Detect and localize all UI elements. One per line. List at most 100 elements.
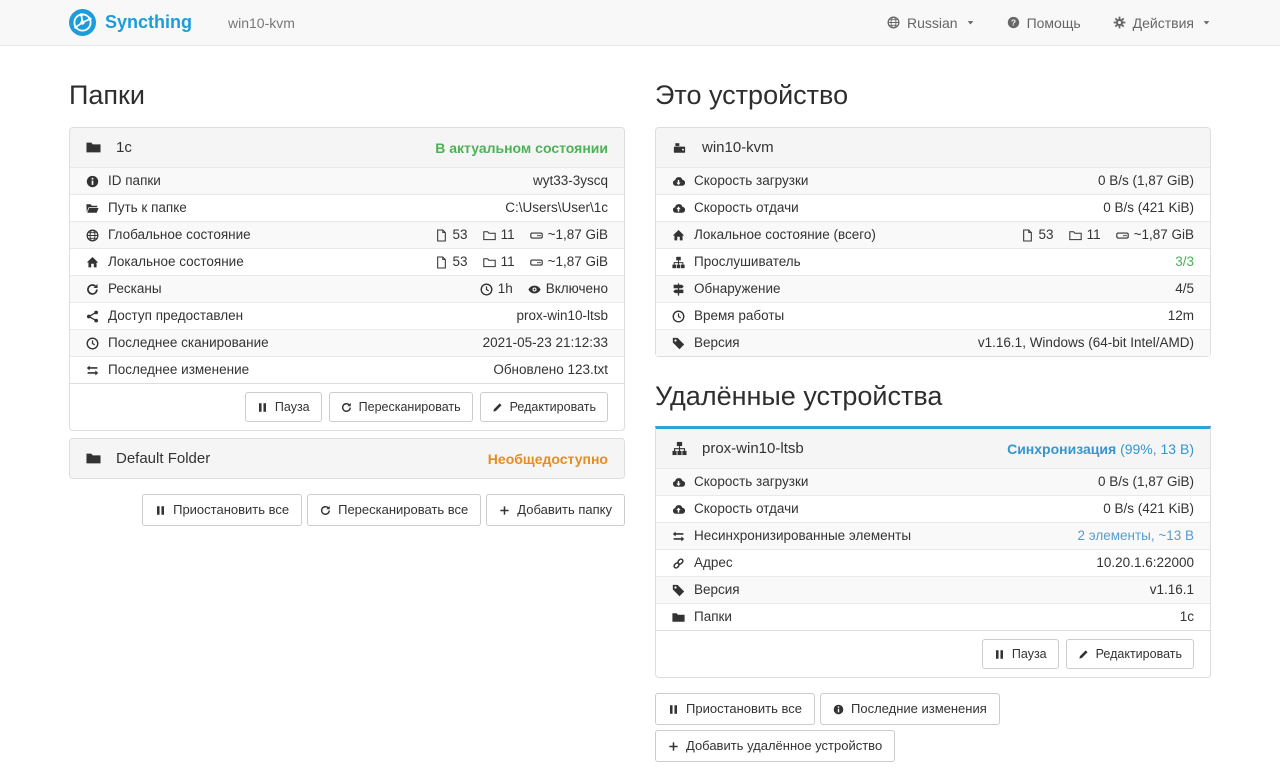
devices-column: Это устройство win10-kvm Скорость загруз… [640,46,1226,772]
folder-details-table: ID папки wyt33-3yscq Путь к папке C:\Use… [70,167,624,383]
device-icon [672,140,687,155]
row-value: v1.16.1, Windows (64-bit Intel/AMD) [978,334,1194,352]
table-row: Версия v1.16.1, Windows (64-bit Intel/AM… [656,329,1210,356]
folder-panel-1c: 1c В актуальном состоянии ID папки wyt33… [69,127,625,431]
row-value: 0 B/s (421 KiB) [1103,500,1194,518]
pause-folder-button[interactable]: Пауза [245,392,322,422]
row-label: Прослушиватель [694,253,801,271]
row-value: C:\Users\User\1c [505,199,608,217]
tag-icon [672,337,685,350]
help-label: Помощь [1027,15,1081,31]
remote-device-panel: prox-win10-ltsb Синхронизация (99%, 13 B… [655,426,1211,678]
row-label: Обнаружение [694,280,781,298]
brand-name: Syncthing [105,12,192,33]
table-row: Время работы 12m [656,302,1210,329]
pause-all-devices-button[interactable]: Приостановить все [655,693,815,725]
out-of-sync-items-link[interactable]: 2 элементы, ~13 B [1077,527,1194,545]
row-value: 0 B/s (1,87 GiB) [1098,473,1194,491]
row-label: Время работы [694,307,784,325]
row-label: Локальное состояние (всего) [694,226,876,244]
row-value: 53 11 ~1,87 GiB [435,253,608,271]
question-circle-icon [1007,16,1020,29]
remote-device-name: prox-win10-ltsb [702,440,804,457]
row-label: ID папки [108,172,161,190]
folders-heading: Папки [69,80,625,111]
folder-open-icon [86,202,99,215]
add-remote-device-button[interactable]: Добавить удалённое устройство [655,730,895,762]
table-row: Последнее сканирование 2021-05-23 21:12:… [70,329,624,356]
actions-dropdown[interactable]: Действия [1113,15,1211,31]
folder-panel-header[interactable]: Default Folder Необщедоступно [70,439,624,478]
info-circle-icon [833,704,844,715]
cloud-upload-icon [672,202,685,215]
table-row: Путь к папке C:\Users\User\1c [70,194,624,221]
table-row: Ресканы 1h Включено [70,275,624,302]
navbar-menu: Russian Помощь Действия [887,15,1211,31]
table-row: Глобальное состояние 53 11 ~1,87 GiB [70,221,624,248]
table-row: Обнаружение 4/5 [656,275,1210,302]
info-circle-icon [86,175,99,188]
pause-all-folders-button[interactable]: Приостановить все [142,494,302,526]
syncthing-brand[interactable]: Syncthing [69,9,192,36]
table-row: Несинхронизированные элементы 2 элементы… [656,522,1210,549]
table-row: Прослушиватель 3/3 [656,248,1210,275]
pause-device-button[interactable]: Пауза [982,639,1059,669]
remote-device-header[interactable]: prox-win10-ltsb Синхронизация (99%, 13 B… [656,429,1210,468]
edit-device-button[interactable]: Редактировать [1066,639,1194,669]
folder-name: Default Folder [116,450,210,467]
pause-icon [257,402,268,413]
language-dropdown[interactable]: Russian [887,15,975,31]
this-device-table: Скорость загрузки 0 B/s (1,87 GiB) Скоро… [656,167,1210,356]
row-label: Скорость загрузки [694,473,808,491]
table-row: Последнее изменение Обновлено 123.txt [70,356,624,383]
pause-icon [994,649,1005,660]
rescan-folder-button[interactable]: Пересканировать [329,392,473,422]
globe-icon [887,16,900,29]
row-label: Локальное состояние [108,253,244,271]
folder-status-badge: Необщедоступно [488,451,608,467]
plus-icon [668,741,679,752]
this-device-panel: win10-kvm Скорость загрузки 0 B/s (1,87 … [655,127,1211,357]
table-row: Скорость отдачи 0 B/s (421 KiB) [656,495,1210,522]
share-icon [86,310,99,323]
language-label: Russian [907,15,958,31]
add-folder-button[interactable]: Добавить папку [486,494,625,526]
cloud-upload-icon [672,503,685,516]
row-value: prox-win10-ltsb [516,307,608,325]
chevron-down-icon [966,18,975,27]
file-icon [435,256,448,269]
top-navbar: Syncthing win10-kvm Russian Помощь Дейст… [0,0,1280,46]
folder-status-badge: В актуальном состоянии [435,140,608,156]
folder-panel-header[interactable]: 1c В актуальном состоянии [70,128,624,167]
rescan-all-folders-button[interactable]: Пересканировать все [307,494,481,526]
clock-icon [672,310,685,323]
row-value: v1.16.1 [1150,581,1194,599]
row-label: Скорость загрузки [694,172,808,190]
globe-icon [86,229,99,242]
folder-icon [86,451,101,466]
row-value: 0 B/s (421 KiB) [1103,199,1194,217]
exchange-icon [672,530,685,543]
exchange-icon [86,364,99,377]
row-value: 1c [1180,608,1194,626]
row-value: 53 11 ~1,87 GiB [1021,226,1194,244]
hdd-icon [530,229,543,242]
clock-icon [86,337,99,350]
file-icon [1021,229,1034,242]
row-value: 0 B/s (1,87 GiB) [1098,172,1194,190]
recent-changes-button[interactable]: Последние изменения [820,693,1000,725]
row-label: Папки [694,608,732,626]
folder-panel-default: Default Folder Необщедоступно [69,438,625,479]
folder-name: 1c [116,139,132,156]
hdd-icon [1116,229,1129,242]
row-label: Доступ предоставлен [108,307,243,325]
this-device-header[interactable]: win10-kvm [656,128,1210,167]
folder-outline-icon [1069,229,1082,242]
help-menu-item[interactable]: Помощь [1007,15,1081,31]
this-device-name: win10-kvm [702,139,774,156]
row-value: 1h Включено [480,280,608,298]
hdd-icon [530,256,543,269]
table-row: Папки 1c [656,603,1210,630]
edit-folder-button[interactable]: Редактировать [480,392,608,422]
table-row: Локальное состояние (всего) 53 11 ~1,87 … [656,221,1210,248]
